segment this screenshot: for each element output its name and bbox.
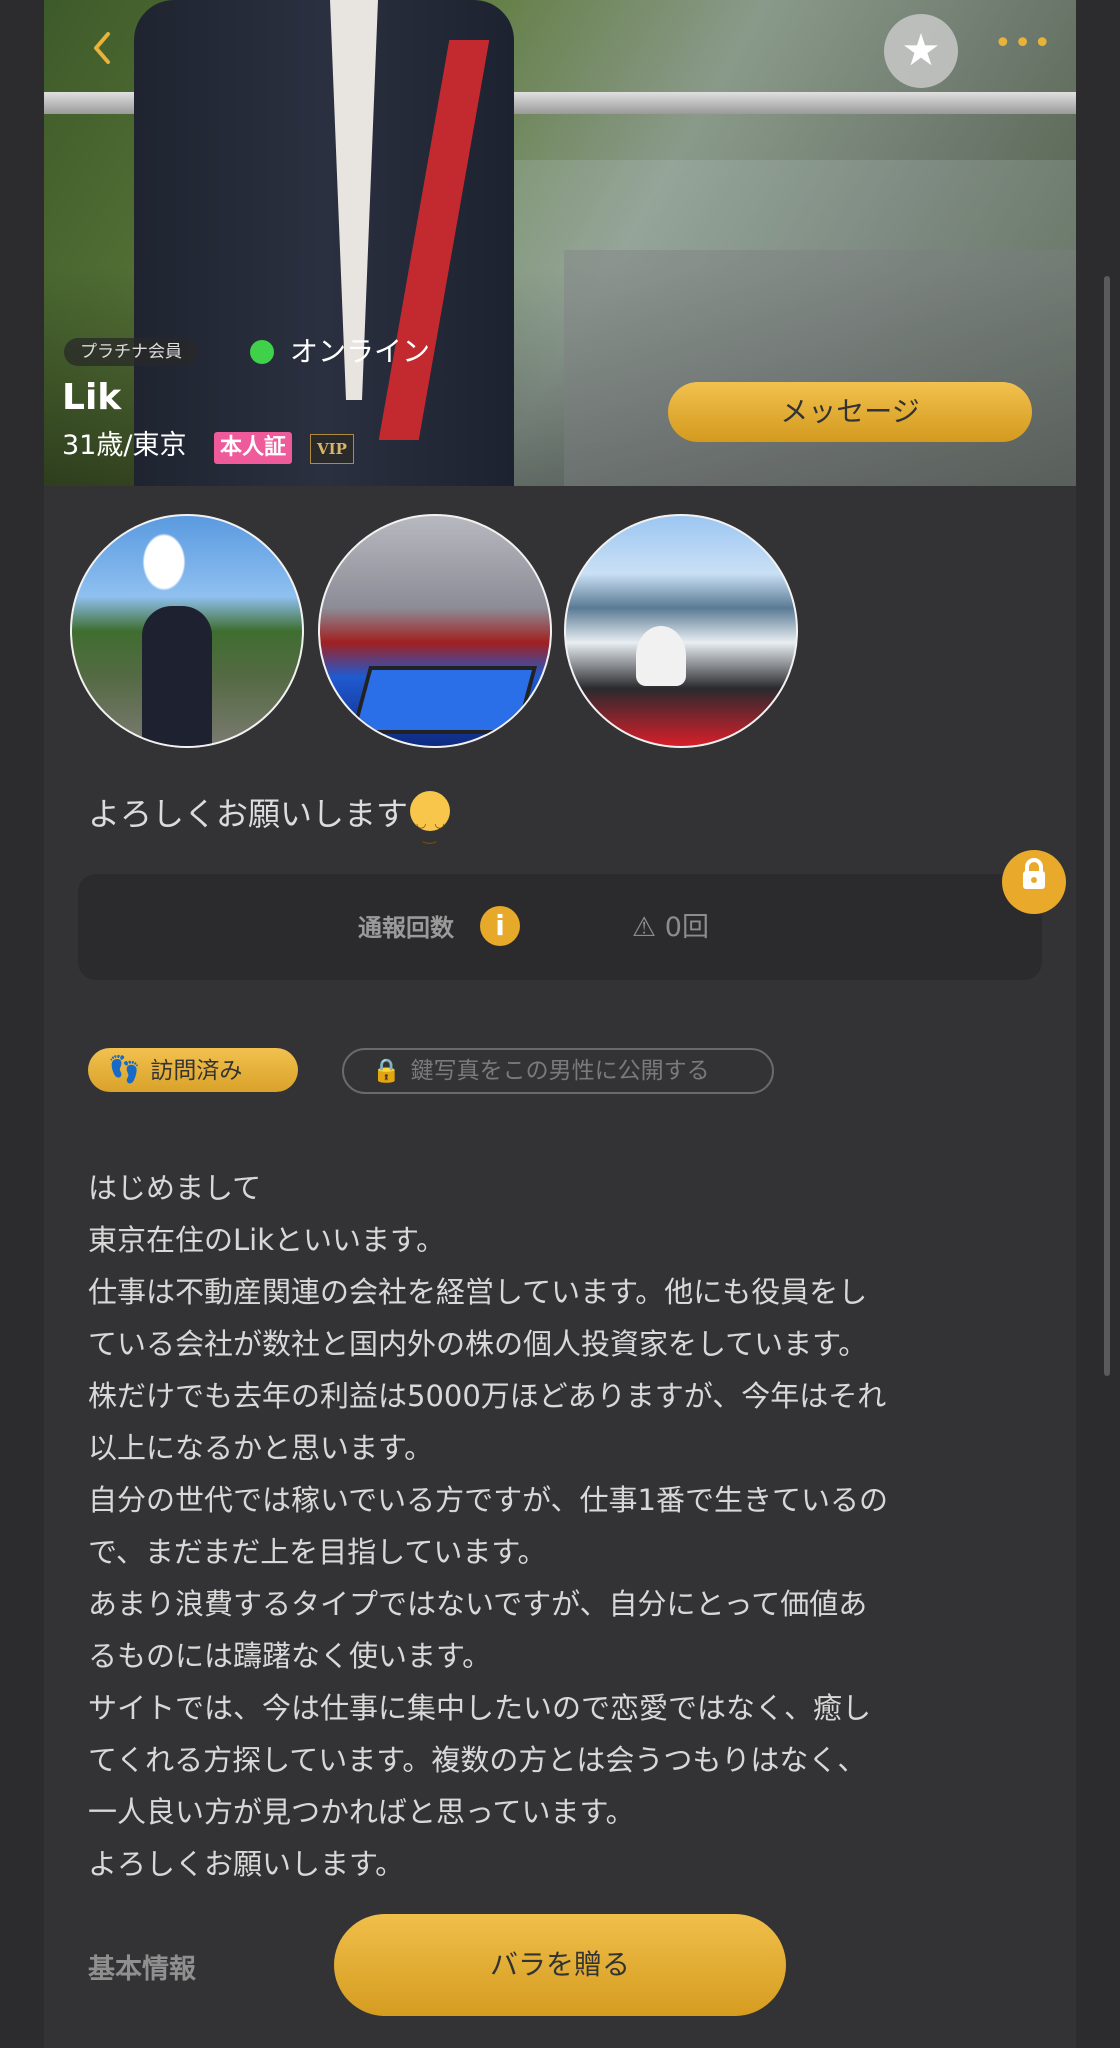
report-count-panel bbox=[78, 874, 1042, 980]
bio-line: サイトでは、今は仕事に集中したいので恋愛ではなく、癒し bbox=[88, 1691, 872, 1725]
bio-line: 株だけでも去年の利益は5000万ほどありますが、今年はそれ bbox=[88, 1379, 887, 1413]
message-button[interactable]: メッセージ bbox=[668, 382, 1032, 442]
id-verified-badge: 本人証 bbox=[214, 432, 293, 464]
star-icon: ★ bbox=[901, 25, 941, 76]
favorite-button[interactable]: ★ bbox=[884, 14, 958, 88]
photo-thumbnail-2[interactable] bbox=[318, 514, 552, 748]
visited-chip[interactable]: 👣 訪問済み bbox=[88, 1048, 298, 1092]
send-rose-button[interactable]: バラを贈る bbox=[334, 1914, 786, 2016]
bio-line: で、まだまだ上を目指しています。 bbox=[88, 1535, 547, 1569]
bio-line: 東京在住のLikといいます。 bbox=[88, 1223, 446, 1257]
lock-button[interactable] bbox=[1002, 850, 1066, 914]
membership-badge: プラチナ会員 bbox=[64, 338, 198, 366]
lock-icon: 🔒 bbox=[372, 1058, 401, 1084]
photo-thumbnail-1[interactable] bbox=[70, 514, 304, 748]
bio-line: あまり浪費するタイプではないですが、自分にとって価値あ bbox=[88, 1587, 868, 1621]
more-button[interactable]: ••• bbox=[994, 24, 1051, 64]
info-icon[interactable]: i bbox=[480, 906, 520, 946]
greeting-text: よろしくお願いします bbox=[88, 786, 451, 863]
bio-line: 仕事は不動産関連の会社を経営しています。他にも役員をし bbox=[88, 1275, 868, 1309]
share-key-photo-label: 鍵写真をこの男性に公開する bbox=[410, 1058, 710, 1084]
bio-line: ている会社が数社と国内外の株の個人投資家をしています。 bbox=[88, 1327, 868, 1361]
bio-line: よろしくお願いします。 bbox=[88, 1847, 405, 1881]
lock-icon bbox=[1023, 858, 1045, 889]
report-count-value: ⚠ 0回 bbox=[632, 912, 709, 943]
online-status-label: オンライン bbox=[290, 335, 431, 368]
bio-line: 一人良い方が見つかればと思っています。 bbox=[88, 1795, 635, 1829]
visited-label: 訪問済み bbox=[150, 1058, 243, 1084]
relieved-face-icon bbox=[410, 791, 451, 863]
bio-line: 自分の世代では稼いでいる方ですが、仕事1番で生きているの bbox=[88, 1483, 889, 1517]
chevron-left-icon bbox=[94, 32, 110, 64]
back-button[interactable] bbox=[88, 28, 128, 72]
online-status-dot bbox=[250, 340, 274, 364]
basic-info-heading: 基本情報 bbox=[88, 1954, 196, 1985]
bio-line: るものには躊躇なく使います。 bbox=[88, 1639, 492, 1673]
more-horizontal-icon: ••• bbox=[994, 26, 1054, 61]
bio-line: はじめまして bbox=[88, 1171, 262, 1205]
vip-badge: VIP bbox=[310, 434, 354, 464]
self-introduction: はじめまして 東京在住のLikといいます。 仕事は不動産関連の会社を経営していま… bbox=[88, 1162, 1038, 1890]
scrollbar[interactable] bbox=[1104, 276, 1110, 1376]
footprints-icon: 👣 bbox=[108, 1055, 141, 1085]
bio-line: てくれる方探しています。複数の方とは会うつもりはなく、 bbox=[88, 1743, 867, 1777]
greeting-label: よろしくお願いします bbox=[88, 795, 409, 833]
age-location: 31歳/東京 bbox=[62, 430, 187, 461]
share-key-photo-button[interactable]: 🔒 鍵写真をこの男性に公開する bbox=[342, 1048, 774, 1094]
profile-name: Lik bbox=[62, 377, 122, 418]
bio-line: 以上になるかと思います。 bbox=[88, 1431, 434, 1465]
report-count-label: 通報回数 bbox=[358, 914, 454, 942]
photo-thumbnail-3[interactable] bbox=[564, 514, 798, 748]
